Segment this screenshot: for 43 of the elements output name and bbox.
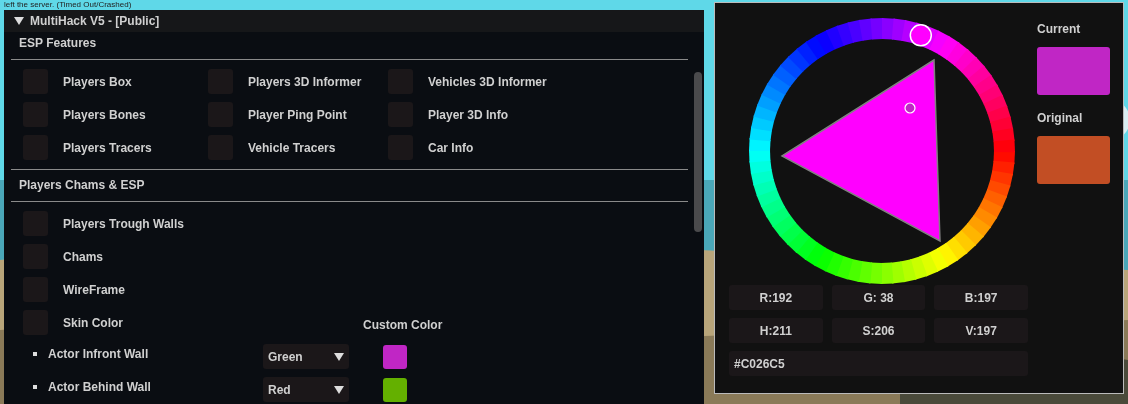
option-label: Players Box: [63, 73, 132, 91]
caret-icon: [334, 385, 344, 394]
section-heading: ESP Features: [18, 35, 98, 52]
swatch-label: Current: [1037, 21, 1082, 38]
color-swatch[interactable]: [383, 377, 407, 402]
saturation-triangle[interactable]: [780, 58, 941, 243]
channel-field[interactable]: H:211: [729, 318, 823, 343]
scrollbar-thumb[interactable]: [694, 72, 702, 232]
window-title-bar[interactable]: MultiHack V5 - [Public]: [4, 10, 704, 32]
option-label: Players Trough Walls: [63, 215, 184, 233]
channel-field[interactable]: V:197: [934, 318, 1028, 343]
caret-icon: [334, 352, 344, 361]
color-handle[interactable]: [904, 102, 916, 114]
bullet-icon: [33, 384, 37, 389]
option-label: Players Bones: [63, 106, 146, 124]
option-label: Players Tracers: [63, 139, 152, 157]
chat-message: left the server. (Timed Out/Crashed): [4, 0, 132, 9]
swatch-label: Original: [1037, 110, 1084, 127]
custom-color-heading: Custom Color: [363, 317, 443, 334]
section-heading: Players Chams & ESP: [18, 177, 146, 194]
option-label: Skin Color: [63, 314, 123, 332]
color-swatch[interactable]: [383, 344, 407, 369]
option-label: Players 3D Informer: [248, 73, 362, 91]
channel-field[interactable]: B:197: [934, 285, 1028, 310]
window-title: MultiHack V5 - [Public]: [30, 13, 160, 30]
row-label: Actor Infront Wall: [48, 345, 150, 363]
color-dropdown[interactable]: Red: [263, 377, 349, 402]
bullet-icon: [33, 351, 37, 356]
channel-field[interactable]: R:192: [729, 285, 823, 310]
channel-field[interactable]: G: 38: [831, 285, 926, 310]
option-label: WireFrame: [63, 281, 125, 299]
option-label: Car Info: [428, 139, 474, 157]
hex-field[interactable]: #C026C5: [729, 351, 1028, 376]
row-label: Actor Behind Wall: [48, 378, 152, 396]
option-label: Player 3D Info: [428, 106, 509, 124]
channel-field[interactable]: S:206: [831, 318, 926, 343]
hue-handle[interactable]: [909, 24, 933, 47]
option-label: Chams: [63, 248, 103, 266]
option-label: Player Ping Point: [248, 106, 347, 124]
option-label: Vehicle Tracers: [248, 139, 336, 157]
option-label: Vehicles 3D Informer: [428, 73, 547, 91]
collapse-arrow-icon[interactable]: [14, 17, 24, 25]
color-dropdown[interactable]: Green: [263, 344, 349, 369]
